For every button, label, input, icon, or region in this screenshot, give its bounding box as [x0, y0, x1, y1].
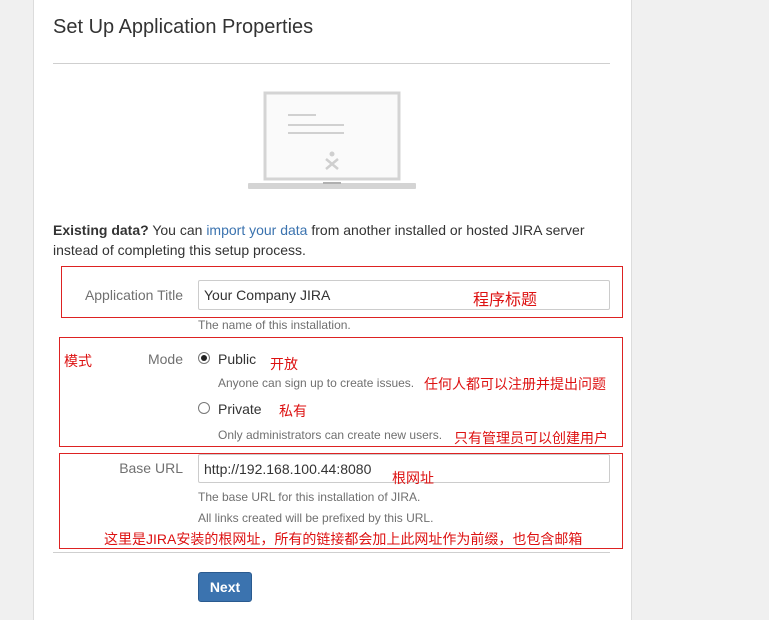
private-radio[interactable] [198, 402, 210, 414]
mode-annotation: 模式 [64, 353, 92, 369]
private-description-annotation: 只有管理员可以创建用户 [454, 430, 608, 446]
title-divider [53, 63, 610, 64]
base-url-label: Base URL [119, 460, 183, 476]
base-url-description: The base URL for this installation of JI… [198, 490, 421, 504]
import-data-link[interactable]: import your data [206, 222, 307, 238]
private-option-label[interactable]: Private [218, 401, 262, 417]
base-url-annotation: 根网址 [392, 470, 434, 486]
existing-data-pre: You can [148, 222, 207, 238]
laptop-icon [248, 91, 416, 189]
public-radio[interactable] [198, 352, 210, 364]
existing-data-bold: Existing data? [53, 222, 149, 238]
app-title-annotation: 程序标题 [473, 292, 538, 309]
base-url-note-annotation: 这里是JIRA安装的根网址，所有的链接都会加上此网址作为前缀，也包含邮箱 [104, 531, 583, 547]
public-option-label[interactable]: Public [218, 351, 256, 367]
form-divider [53, 552, 610, 553]
private-description: Only administrators can create new users… [218, 428, 443, 442]
page-title: Set Up Application Properties [53, 16, 314, 38]
next-button[interactable]: Next [198, 572, 252, 602]
mode-label: Mode [147, 351, 183, 367]
app-title-input[interactable] [198, 280, 610, 310]
app-title-description: The name of this installation. [198, 318, 351, 332]
app-title-label: Application Title [84, 287, 183, 303]
public-description-annotation: 任何人都可以注册并提出问题 [424, 376, 606, 392]
private-annotation: 私有 [279, 403, 307, 419]
base-url-prefix-description: All links created will be prefixed by th… [198, 511, 434, 525]
existing-data-text: Existing data? You can import your data … [53, 220, 613, 260]
public-description: Anyone can sign up to create issues. [218, 376, 415, 390]
public-annotation: 开放 [270, 356, 298, 372]
